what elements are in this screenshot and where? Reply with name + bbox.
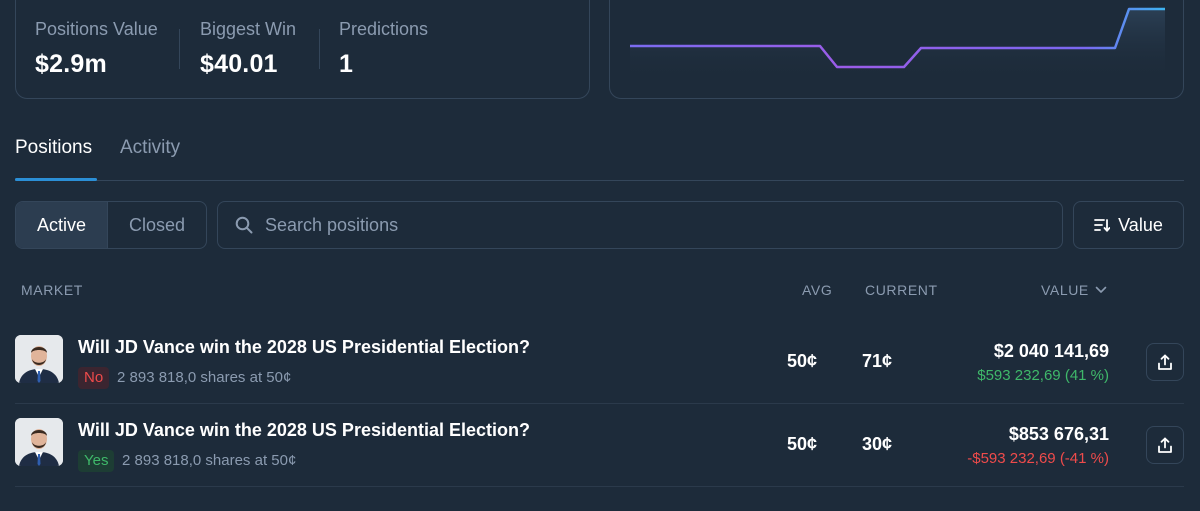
sort-icon (1094, 219, 1111, 232)
market-avatar (15, 418, 63, 466)
position-value: $853 676,31 (1008, 424, 1109, 444)
avg-price: 50¢ (787, 351, 818, 371)
column-header-value[interactable]: VALUE (1041, 282, 1107, 298)
chevron-down-icon (1095, 286, 1107, 293)
position-pnl: -$593 232,69 (-41 %) (967, 450, 1109, 467)
share-button[interactable] (1146, 343, 1184, 381)
sort-button[interactable]: Value (1073, 201, 1184, 249)
active-tab-indicator (15, 178, 97, 181)
status-filter: Active Closed (15, 201, 207, 249)
profit-loss-sparkline (630, 7, 1165, 81)
stat-divider (319, 29, 320, 69)
stat-positions-value: Positions Value $2.9m (35, 19, 158, 79)
share-button[interactable] (1146, 426, 1184, 464)
position-value: $2 040 141,69 (993, 341, 1109, 361)
stat-predictions: Predictions 1 (339, 19, 428, 79)
avg-price: 50¢ (787, 434, 818, 454)
stat-value: 1 (339, 50, 354, 78)
table-row[interactable]: Will JD Vance win the 2028 US Presidenti… (15, 405, 1184, 487)
table-row[interactable]: Will JD Vance win the 2028 US Presidenti… (15, 322, 1184, 404)
tab-activity[interactable]: Activity (120, 137, 180, 159)
tab-positions[interactable]: Positions (15, 137, 92, 159)
tab-bar: Positions Activity (15, 137, 1184, 181)
filter-closed-button[interactable]: Closed (108, 202, 206, 248)
position-pnl: $593 232,69 (41 %) (977, 367, 1109, 384)
market-title[interactable]: Will JD Vance win the 2028 US Presidenti… (78, 337, 530, 358)
shares-info: 2 893 818,0 shares at 50¢ (117, 369, 292, 386)
stat-label: Predictions (339, 19, 429, 39)
sort-label: Value (1118, 214, 1163, 235)
current-price: 71¢ (862, 351, 893, 371)
stat-label: Positions Value (35, 19, 158, 39)
share-icon (1158, 354, 1172, 370)
column-header-value-label: VALUE (1041, 282, 1089, 298)
search-icon (235, 216, 253, 234)
search-input[interactable] (265, 214, 1025, 236)
market-avatar (15, 335, 63, 383)
outcome-badge: No (78, 367, 110, 389)
column-header-market: MARKET (21, 282, 83, 298)
stat-value: $2.9m (35, 50, 107, 78)
filter-active-button[interactable]: Active (16, 202, 108, 248)
market-title[interactable]: Will JD Vance win the 2028 US Presidenti… (78, 420, 530, 441)
stat-label: Biggest Win (200, 19, 297, 39)
current-price: 30¢ (862, 434, 893, 454)
search-box (217, 201, 1063, 249)
shares-info: 2 893 818,0 shares at 50¢ (122, 452, 297, 469)
stat-value: $40.01 (200, 50, 278, 78)
stat-biggest-win: Biggest Win $40.01 (200, 19, 296, 79)
outcome-badge: Yes (78, 450, 115, 472)
profit-loss-chart-card (609, 0, 1184, 99)
column-header-avg: AVG (802, 282, 833, 298)
share-icon (1158, 437, 1172, 453)
stat-divider (179, 29, 180, 69)
column-header-current: CURRENT (865, 282, 938, 298)
stats-card: Positions Value $2.9m Biggest Win $40.01… (15, 0, 590, 99)
